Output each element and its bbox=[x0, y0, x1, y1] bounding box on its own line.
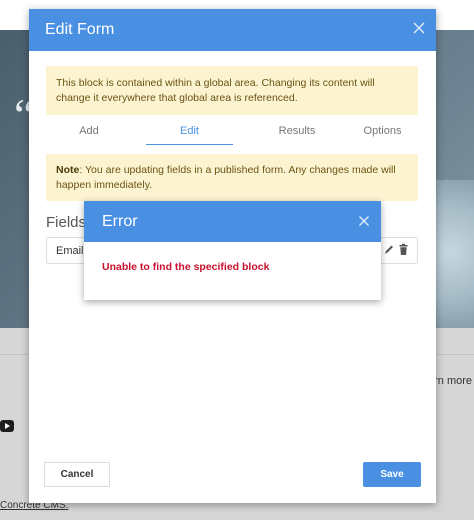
tab-edit[interactable]: Edit bbox=[146, 121, 233, 145]
note-label: Note bbox=[56, 163, 80, 176]
modal-title: Edit Form bbox=[45, 21, 115, 38]
tab-add[interactable]: Add bbox=[46, 121, 132, 145]
published-form-note-text: Note: You are updating fields in a publi… bbox=[56, 163, 408, 193]
form-tabs: Add Edit Results Options bbox=[46, 121, 418, 145]
error-dialog-header: Error bbox=[84, 201, 381, 242]
save-button[interactable]: Save bbox=[363, 462, 421, 487]
error-dialog-title: Error bbox=[102, 212, 138, 230]
note-text: : You are updating fields in a published… bbox=[56, 163, 396, 191]
fields-heading: Fields bbox=[46, 214, 87, 231]
published-form-note: Note: You are updating fields in a publi… bbox=[46, 154, 418, 201]
tab-results[interactable]: Results bbox=[247, 121, 347, 145]
global-area-alert: This block is contained within a global … bbox=[46, 66, 418, 115]
close-icon[interactable] bbox=[412, 21, 426, 35]
modal-header: Edit Form bbox=[29, 9, 436, 51]
error-message: Unable to find the specified block bbox=[102, 261, 270, 273]
close-icon[interactable] bbox=[358, 215, 370, 227]
tab-options[interactable]: Options bbox=[347, 121, 418, 145]
cancel-button[interactable]: Cancel bbox=[44, 462, 110, 487]
youtube-icon[interactable] bbox=[0, 420, 14, 432]
modal-footer: Cancel Save bbox=[29, 457, 436, 503]
global-area-alert-text: This block is contained within a global … bbox=[56, 76, 375, 104]
error-dialog: Error Unable to find the specified block bbox=[84, 201, 381, 300]
trash-icon[interactable] bbox=[398, 243, 409, 256]
pencil-icon[interactable] bbox=[383, 243, 394, 256]
